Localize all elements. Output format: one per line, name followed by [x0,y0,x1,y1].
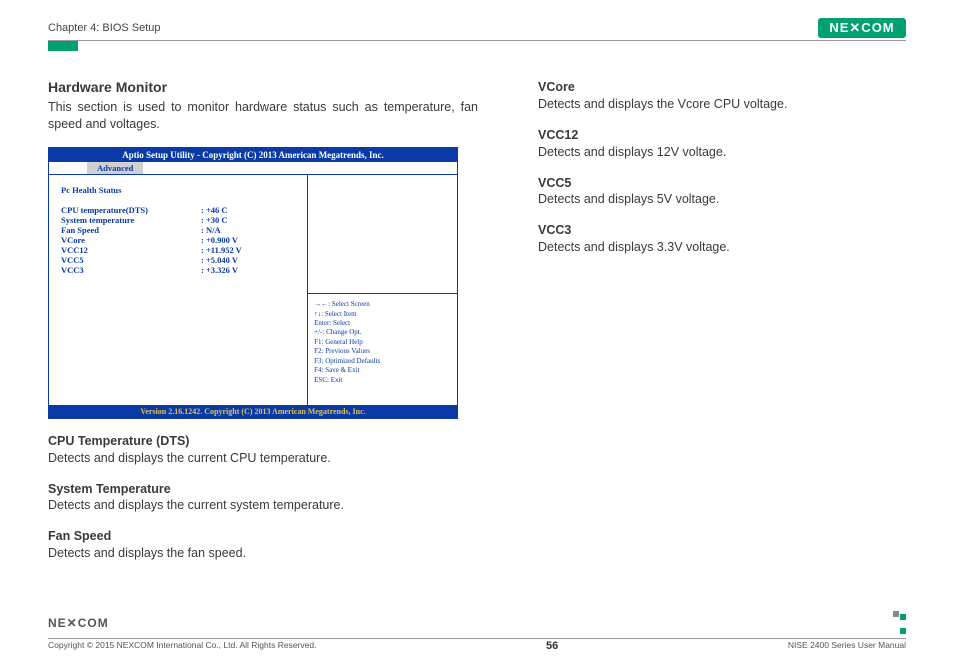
bios-row-label: CPU temperature(DTS) [61,205,201,215]
definition-block: VCoreDetects and displays the Vcore CPU … [538,79,898,113]
bios-left-pane: Pc Health Status CPU temperature(DTS): +… [49,175,308,405]
bios-footer-bar: Version 2.16.1242. Copyright (C) 2013 Am… [49,405,457,418]
brand-logo-top: NE✕COM [818,18,906,38]
definition-block: Fan SpeedDetects and displays the fan sp… [48,528,478,562]
footer-deco-icon [893,609,906,637]
bios-row: Fan Speed: N/A [61,225,299,235]
definition-term: VCore [538,79,898,96]
bios-help-line: F1: General Help [314,338,451,347]
bios-row: System temperature: +30 C [61,215,299,225]
page-number: 56 [316,640,787,652]
svg-text:NE✕COM: NE✕COM [48,616,109,630]
copyright-text: Copyright © 2015 NEXCOM International Co… [48,640,316,650]
bios-help-line: →←: Select Screen [314,300,451,309]
section-intro: This section is used to monitor hardware… [48,99,478,133]
definition-desc: Detects and displays 5V voltage. [538,192,719,206]
definition-block: CPU Temperature (DTS)Detects and display… [48,433,478,467]
definition-desc: Detects and displays the current CPU tem… [48,451,331,465]
bios-row: CPU temperature(DTS): +46 C [61,205,299,215]
definition-term: VCC12 [538,127,898,144]
bios-row: VCC12: +11.952 V [61,245,299,255]
bios-tab-advanced: Advanced [87,162,143,174]
definition-term: Fan Speed [48,528,478,545]
definition-block: VCC5Detects and displays 5V voltage. [538,175,898,209]
bios-row-value: : +5.040 V [201,255,238,265]
definition-desc: Detects and displays 3.3V voltage. [538,240,730,254]
definition-block: VCC12Detects and displays 12V voltage. [538,127,898,161]
chapter-label: Chapter 4: BIOS Setup [48,22,161,34]
bios-row-label: VCC5 [61,255,201,265]
definition-desc: Detects and displays the fan speed. [48,546,246,560]
definition-term: System Temperature [48,481,478,498]
bios-row-value: : N/A [201,225,221,235]
bios-row-label: VCore [61,235,201,245]
bios-row-value: : +0.900 V [201,235,238,245]
bios-title-bar: Aptio Setup Utility - Copyright (C) 2013… [49,148,457,162]
bios-row: VCore: +0.900 V [61,235,299,245]
bios-row: VCC3: +3.326 V [61,265,299,275]
definition-block: System TemperatureDetects and displays t… [48,481,478,515]
bios-row-label: VCC3 [61,265,201,275]
svg-text:NE✕COM: NE✕COM [829,20,894,35]
bios-row-value: : +3.326 V [201,265,238,275]
definition-desc: Detects and displays the current system … [48,498,344,512]
definition-term: VCC5 [538,175,898,192]
bios-help-line: F2: Previous Values [314,347,451,356]
definition-desc: Detects and displays the Vcore CPU volta… [538,97,787,111]
bios-row-value: : +30 C [201,215,228,225]
definition-desc: Detects and displays 12V voltage. [538,145,726,159]
bios-row-label: VCC12 [61,245,201,255]
bios-help-line: ↑↓: Select Item [314,310,451,319]
bios-help-line: +/-: Change Opt. [314,328,451,337]
bios-tab-row: Advanced [49,162,457,175]
bios-row-label: System temperature [61,215,201,225]
definition-term: CPU Temperature (DTS) [48,433,478,450]
brand-logo-bottom: NE✕COM [48,616,118,630]
accent-bar [48,41,78,51]
definition-block: VCC3Detects and displays 3.3V voltage. [538,222,898,256]
bios-screenshot: Aptio Setup Utility - Copyright (C) 2013… [48,147,458,419]
bios-help-top [308,175,457,294]
bios-heading: Pc Health Status [61,185,299,195]
bios-row-value: : +46 C [201,205,228,215]
bios-help-line: ESC: Exit [314,376,451,385]
manual-name: NISE 2400 Series User Manual [788,640,906,650]
bios-row-label: Fan Speed [61,225,201,235]
section-title: Hardware Monitor [48,79,478,95]
bios-row-value: : +11.952 V [201,245,242,255]
bios-help-line: Enter: Select [314,319,451,328]
bios-help-keys: →←: Select Screen↑↓: Select ItemEnter: S… [308,294,457,405]
bios-help-line: F4: Save & Exit [314,366,451,375]
bios-help-line: F3: Optimized Defaults [314,357,451,366]
bios-row: VCC5: +5.040 V [61,255,299,265]
definition-term: VCC3 [538,222,898,239]
